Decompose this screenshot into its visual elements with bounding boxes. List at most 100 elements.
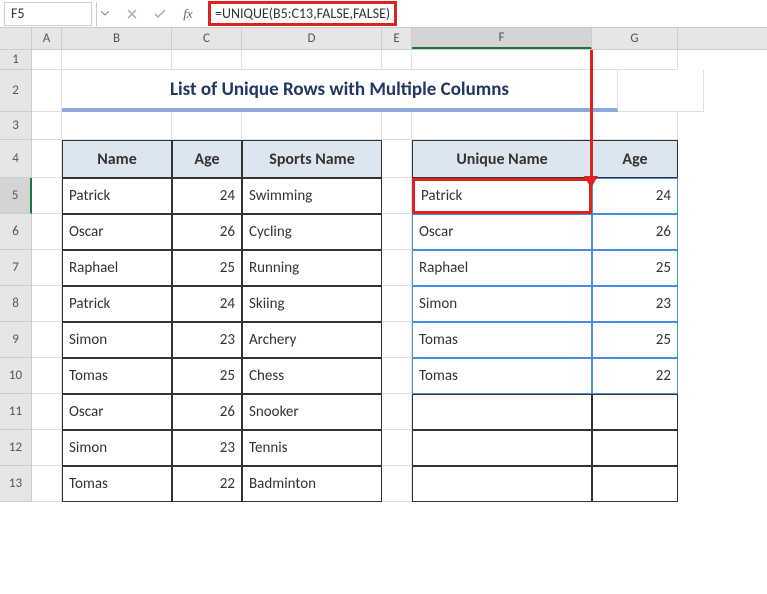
header-age[interactable]: Age [172,140,242,178]
cell[interactable] [382,358,412,394]
table-cell[interactable]: Tomas [62,466,172,502]
cell[interactable] [32,140,62,178]
cell[interactable] [382,394,412,430]
cell[interactable] [32,70,62,112]
cell[interactable] [32,178,62,214]
title-cell[interactable]: List of Unique Rows with Multiple Column… [62,70,618,112]
table-cell[interactable]: 26 [592,214,678,250]
table-cell[interactable]: Skiing [242,286,382,322]
col-header-F[interactable]: F [412,28,592,49]
table-cell[interactable] [412,394,592,430]
table-cell[interactable] [592,394,678,430]
table-cell[interactable]: Oscar [62,394,172,430]
col-header-D[interactable]: D [242,28,382,49]
cell[interactable] [382,50,412,70]
cell[interactable] [592,112,678,140]
table-cell[interactable]: Oscar [62,214,172,250]
cell[interactable] [382,214,412,250]
cell[interactable] [172,50,242,70]
row-header-7[interactable]: 7 [0,250,32,286]
select-all-corner[interactable] [0,28,32,49]
cell[interactable] [62,112,172,140]
table-cell[interactable]: 22 [592,358,678,394]
header-unique-age[interactable]: Age [592,140,678,178]
row-header-8[interactable]: 8 [0,286,32,322]
table-cell[interactable]: 23 [172,322,242,358]
table-cell[interactable]: 26 [172,214,242,250]
row-header-3[interactable]: 3 [0,112,32,140]
header-sport[interactable]: Sports Name [242,140,382,178]
active-cell-F5[interactable]: Patrick [412,178,592,214]
cell[interactable] [172,112,242,140]
table-cell[interactable]: Raphael [412,250,592,286]
row-header-4[interactable]: 4 [0,140,32,178]
cell[interactable] [242,112,382,140]
name-box-dropdown[interactable] [96,2,112,26]
row-header-10[interactable]: 10 [0,358,32,394]
cell[interactable] [592,50,678,70]
table-cell[interactable]: Simon [62,430,172,466]
row-header-11[interactable]: 11 [0,394,32,430]
row-header-9[interactable]: 9 [0,322,32,358]
table-cell[interactable]: 26 [172,394,242,430]
insert-function-button[interactable]: fx [174,2,202,26]
table-cell[interactable]: Swimming [242,178,382,214]
cell[interactable] [32,250,62,286]
cell[interactable] [32,466,62,502]
table-cell[interactable]: 24 [172,178,242,214]
table-cell[interactable]: 24 [172,286,242,322]
table-cell[interactable]: Snooker [242,394,382,430]
table-cell[interactable]: Cycling [242,214,382,250]
cell[interactable] [32,322,62,358]
table-cell[interactable] [412,466,592,502]
row-header-6[interactable]: 6 [0,214,32,250]
enter-formula-button[interactable] [146,2,174,26]
table-cell[interactable]: Raphael [62,250,172,286]
row-header-13[interactable]: 13 [0,466,32,502]
cell[interactable] [382,322,412,358]
cell[interactable] [382,178,412,214]
cell[interactable] [382,466,412,502]
table-cell[interactable]: 22 [172,466,242,502]
cell[interactable] [382,430,412,466]
cell[interactable] [32,358,62,394]
row-header-12[interactable]: 12 [0,430,32,466]
table-cell[interactable]: Chess [242,358,382,394]
formula-input[interactable]: =UNIQUE(B5:C13,FALSE,FALSE) [202,2,767,26]
table-cell[interactable] [592,430,678,466]
table-cell[interactable]: Tennis [242,430,382,466]
cell[interactable] [32,214,62,250]
table-cell[interactable]: 25 [592,322,678,358]
name-box[interactable]: F5 [4,2,92,26]
cell[interactable] [382,140,412,178]
cell[interactable] [412,50,592,70]
row-header-2[interactable]: 2 [0,70,32,112]
cell[interactable] [32,50,62,70]
table-cell[interactable] [412,430,592,466]
cell[interactable] [382,112,412,140]
cancel-formula-button[interactable] [118,2,146,26]
table-cell[interactable]: Tomas [412,322,592,358]
table-cell[interactable]: 24 [592,178,678,214]
cell[interactable] [382,286,412,322]
table-cell[interactable]: Archery [242,322,382,358]
table-cell[interactable]: 25 [172,250,242,286]
table-cell[interactable]: 25 [592,250,678,286]
row-header-1[interactable]: 1 [0,50,32,70]
cell[interactable] [242,50,382,70]
col-header-A[interactable]: A [32,28,62,49]
table-cell[interactable]: Simon [62,322,172,358]
cell[interactable] [412,112,592,140]
header-name[interactable]: Name [62,140,172,178]
cell[interactable] [32,394,62,430]
cell[interactable] [618,70,704,112]
table-cell[interactable] [592,466,678,502]
cell[interactable] [62,50,172,70]
table-cell[interactable]: Tomas [62,358,172,394]
table-cell[interactable]: 25 [172,358,242,394]
table-cell[interactable]: Patrick [62,178,172,214]
col-header-G[interactable]: G [592,28,678,49]
table-cell[interactable]: Simon [412,286,592,322]
col-header-C[interactable]: C [172,28,242,49]
table-cell[interactable]: Patrick [62,286,172,322]
